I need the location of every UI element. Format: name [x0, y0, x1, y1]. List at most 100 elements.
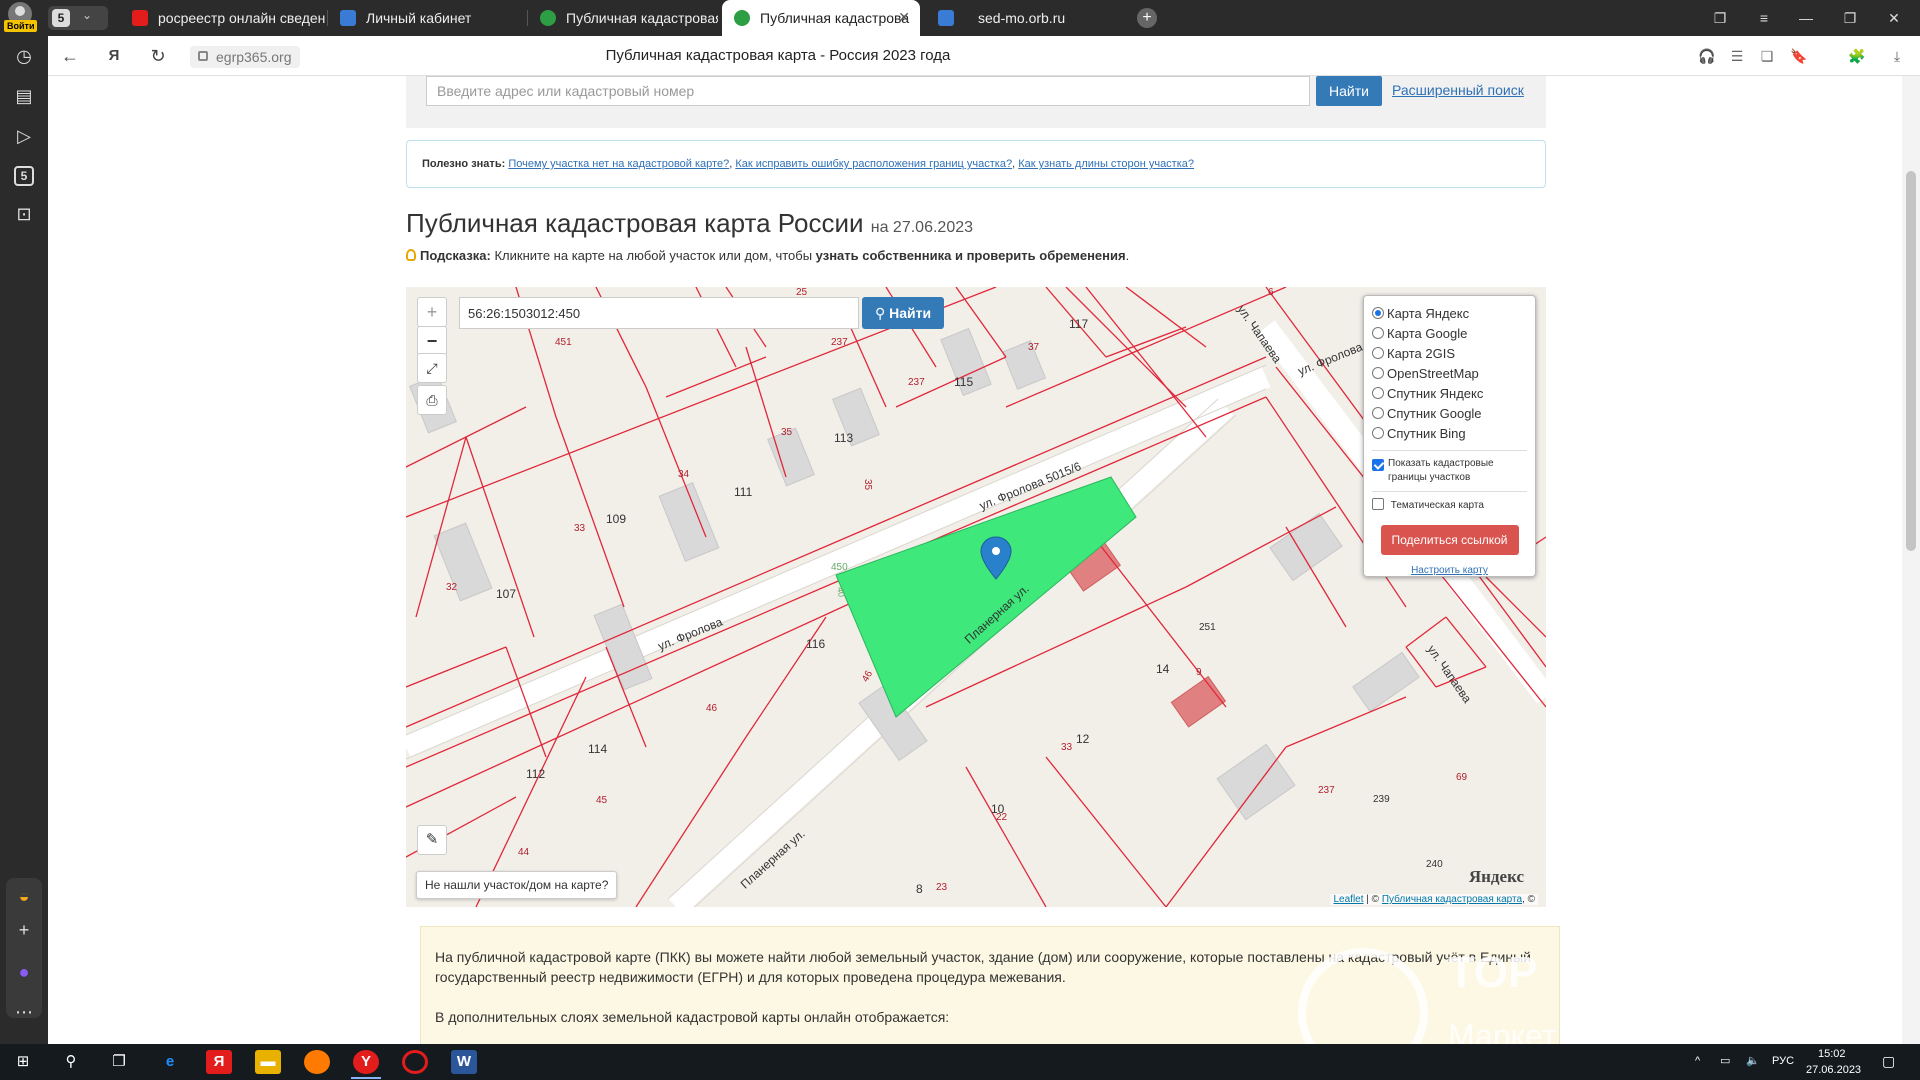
zoom-in-button[interactable]: + — [417, 297, 447, 327]
hint: Подсказка: Кликните на карте на любой уч… — [406, 248, 1129, 263]
map-find-button[interactable]: ⚲ Найти — [862, 297, 944, 329]
clock-time[interactable]: 15:02 — [1818, 1048, 1846, 1060]
yandex-icon[interactable]: Y — [353, 1050, 379, 1074]
maximize-button[interactable]: ❐ — [1836, 6, 1864, 30]
volume-icon[interactable]: 🔈 — [1746, 1054, 1760, 1067]
ruler-icon[interactable]: ✎ — [417, 825, 447, 855]
page-heading: Публичная кадастровая карта России на 27… — [406, 208, 973, 239]
add-icon[interactable]: + — [12, 918, 36, 942]
highlighted-buildings — [1059, 531, 1227, 728]
firefox-icon[interactable] — [304, 1050, 330, 1074]
layer-option-osm[interactable]: OpenStreetMap — [1372, 364, 1527, 384]
yandex-favicon-icon — [132, 10, 148, 26]
watermark-logo — [1298, 948, 1428, 1044]
leaflet-link[interactable]: Leaflet — [1333, 894, 1363, 905]
clock-date[interactable]: 27.06.2023 — [1806, 1064, 1861, 1076]
history-icon[interactable]: ◷ — [12, 44, 36, 68]
page-scrollbar[interactable] — [1902, 76, 1920, 1044]
layers-panel: Карта Яндекс Карта Google Карта 2GIS Ope… — [1363, 295, 1536, 577]
edge-icon[interactable]: e — [157, 1050, 183, 1074]
play-icon[interactable]: ▷ — [12, 124, 36, 148]
layer-option-sat-google[interactable]: Спутник Google — [1372, 404, 1527, 424]
app-icon[interactable] — [402, 1050, 428, 1074]
profile-button[interactable]: Войти — [0, 0, 40, 36]
not-found-button[interactable]: Не нашли участок/дом на карте? — [416, 871, 618, 899]
print-icon[interactable]: ⎙ — [417, 385, 447, 415]
extensions-icon[interactable]: 🧩 — [1848, 48, 1866, 64]
language-indicator[interactable]: РУС — [1772, 1055, 1794, 1067]
file-explorer-icon[interactable]: ▬ — [255, 1050, 281, 1074]
tab-title: Публичная кадастрова — [760, 10, 910, 26]
chevron-down-icon: ⌄ — [82, 8, 93, 22]
useful-link-3[interactable]: Как узнать длины сторон участка? — [1018, 158, 1194, 170]
layer-option-yandex[interactable]: Карта Яндекс — [1372, 304, 1527, 324]
radio-selected[interactable] — [1372, 307, 1384, 319]
tray-chevron-icon[interactable]: ^ — [1695, 1055, 1700, 1067]
layer-option-google[interactable]: Карта Google — [1372, 324, 1527, 344]
tab-personal-cabinet[interactable]: Личный кабинет — [328, 0, 528, 36]
task-view-icon[interactable]: ❐ — [106, 1050, 132, 1074]
show-borders-checkbox[interactable] — [1372, 459, 1384, 471]
cadastral-map[interactable]: 450 ул. Фролова ул. Фролова 5015/6 Плане… — [406, 287, 1546, 907]
show-borders-option[interactable]: Показать кадастровые границы участков — [1372, 457, 1527, 485]
tab-sed-mo[interactable]: sed-mo.orb.ru — [926, 0, 1122, 36]
cadastral-search-input[interactable]: 56:26:1503012:450 — [459, 297, 859, 329]
camera-icon[interactable]: ⊡ — [12, 202, 36, 226]
tab-group-icon[interactable]: 5 — [14, 166, 34, 186]
alice-icon[interactable]: ● — [12, 960, 36, 984]
thematic-checkbox[interactable] — [1372, 498, 1384, 510]
more-icon[interactable]: ⋯ — [12, 1000, 36, 1024]
selected-parcel[interactable] — [835, 476, 1137, 718]
tab-rosreestr[interactable]: росреестр онлайн сведен — [120, 0, 328, 36]
radio[interactable] — [1372, 427, 1384, 439]
downloads-icon[interactable]: ⤓ — [1888, 48, 1906, 64]
radio[interactable] — [1372, 347, 1384, 359]
radio[interactable] — [1372, 407, 1384, 419]
thematic-option[interactable]: Тематическая карта — [1372, 498, 1527, 513]
tabs-icon[interactable]: ❏ — [1758, 48, 1776, 64]
hint-end: . — [1125, 248, 1130, 263]
close-tab-icon[interactable]: ✕ — [898, 9, 910, 26]
network-icon[interactable]: ▭ — [1720, 1054, 1730, 1067]
advanced-search-link[interactable]: Расширенный поиск — [1392, 82, 1524, 98]
layer-label: Карта 2GIS — [1387, 346, 1456, 361]
word-icon[interactable]: W — [451, 1050, 477, 1074]
bookmarks-icon[interactable]: ❐ — [1706, 6, 1734, 30]
bookmark-icon[interactable]: 🔖 — [1790, 48, 1808, 64]
search-strip: Введите адрес или кадастровый номер Найт… — [406, 76, 1546, 128]
zoom-out-button[interactable]: − — [417, 326, 447, 356]
useful-link-2[interactable]: Как исправить ошибку расположения границ… — [735, 158, 1012, 170]
reader-icon[interactable]: ☰ — [1728, 48, 1746, 64]
tab-group-button[interactable]: 5 ⌄ — [48, 6, 108, 30]
collections-icon[interactable]: ▤ — [12, 84, 36, 108]
pkk-link[interactable]: Публичная кадастровая карта — [1382, 894, 1522, 905]
hint-label: Подсказка: — [420, 248, 491, 263]
watermark-line2: Маркет — [1448, 1018, 1557, 1044]
minimize-button[interactable]: — — [1792, 6, 1820, 30]
windows-start-icon[interactable]: ⊞ — [10, 1050, 36, 1074]
layer-label: Карта Google — [1387, 326, 1468, 341]
headphones-icon[interactable]: 🎧 — [1698, 48, 1716, 64]
search-button[interactable]: Найти — [1316, 76, 1382, 106]
tab-cadastral-map-active[interactable]: Публичная кадастрова ✕ — [722, 0, 920, 36]
share-link-button[interactable]: Поделиться ссылкой — [1380, 525, 1519, 555]
tab-cadastral-map-1[interactable]: Публичная кадастровая к — [528, 0, 718, 36]
notifications-icon[interactable]: ▢ — [1882, 1053, 1895, 1070]
search-input[interactable]: Введите адрес или кадастровый номер — [426, 76, 1310, 106]
weather-icon[interactable]: ◒ — [12, 884, 36, 908]
yandex-browser-icon[interactable]: Я — [206, 1050, 232, 1074]
useful-link-1[interactable]: Почему участка нет на кадастровой карте? — [508, 158, 729, 170]
scrollbar-thumb[interactable] — [1906, 171, 1916, 551]
setup-map-link[interactable]: Настроить карту — [1372, 565, 1527, 576]
radio[interactable] — [1372, 327, 1384, 339]
close-window-button[interactable]: ✕ — [1880, 6, 1908, 30]
radio[interactable] — [1372, 367, 1384, 379]
layer-option-sat-yandex[interactable]: Спутник Яндекс — [1372, 384, 1527, 404]
menu-icon[interactable]: ≡ — [1750, 6, 1778, 30]
layer-option-2gis[interactable]: Карта 2GIS — [1372, 344, 1527, 364]
fullscreen-icon[interactable]: ⤢ — [417, 353, 447, 383]
layer-option-sat-bing[interactable]: Спутник Bing — [1372, 424, 1527, 444]
search-icon[interactable]: ⚲ — [58, 1050, 84, 1074]
new-tab-button[interactable]: + — [1137, 8, 1157, 28]
radio[interactable] — [1372, 387, 1384, 399]
